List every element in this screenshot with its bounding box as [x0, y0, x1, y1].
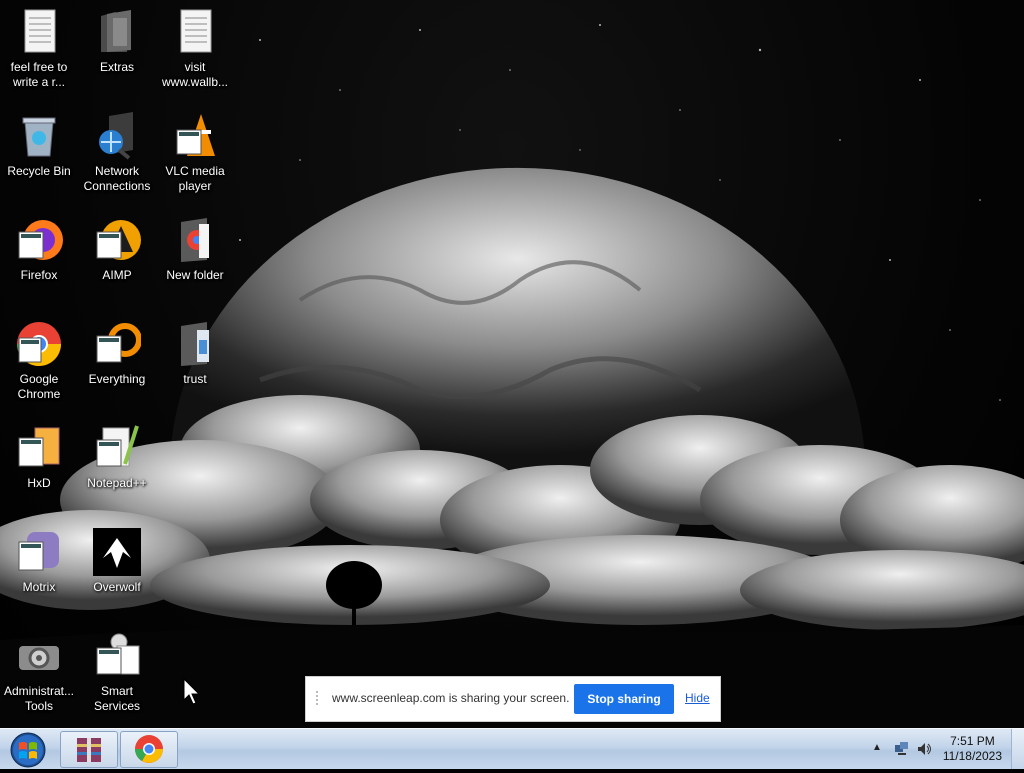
chrome-icon: [135, 735, 163, 763]
desktop-icon-label: Notepad++: [87, 476, 147, 490]
desktop-icon-vlc[interactable]: VLC media player: [156, 112, 234, 194]
chrome-icon: [15, 320, 63, 368]
desktop-icon-visit-wallpaper[interactable]: visit www.wallb...: [156, 8, 234, 90]
desktop-icon-motrix[interactable]: Motrix: [0, 528, 78, 595]
text-document-icon: [15, 8, 63, 56]
desktop-icon-label: AIMP: [102, 268, 132, 282]
hide-link[interactable]: Hide: [685, 691, 710, 705]
desktop-icon-label: trust: [183, 372, 207, 386]
admin-tools-icon: [15, 632, 63, 680]
taskbar-chrome-button[interactable]: [120, 731, 178, 768]
desktop-icon-google-chrome[interactable]: Google Chrome: [0, 320, 78, 402]
hxd-icon: [15, 424, 63, 472]
desktop-icon-label: VLC media player: [165, 164, 225, 193]
smart-services-icon: [93, 632, 141, 680]
desktop-icon-label: Motrix: [22, 580, 56, 594]
folder-icon: [171, 216, 219, 264]
desktop-icon-firefox[interactable]: Firefox: [0, 216, 78, 283]
clock-date: 11/18/2023: [942, 749, 1002, 763]
folder-icon: [171, 320, 219, 368]
desktop-icon-label: HxD: [27, 476, 51, 490]
taskbar: ▲ 7:51 PM 11/18/2023: [0, 728, 1024, 769]
desktop-icon-hxd[interactable]: HxD: [0, 424, 78, 491]
desktop-icon-label: Recycle Bin: [7, 164, 71, 178]
overwolf-icon: [93, 528, 141, 576]
stop-sharing-button[interactable]: Stop sharing: [574, 684, 674, 714]
desktop-icon-label: Google Chrome: [17, 372, 61, 401]
desktop-icon-extras[interactable]: Extras: [78, 8, 156, 75]
share-message: www.screenleap.com is sharing your scree…: [332, 691, 570, 705]
desktop-icon-everything[interactable]: Everything: [78, 320, 156, 387]
desktop-icon-aimp[interactable]: AIMP: [78, 216, 156, 283]
clock-time: 7:51 PM: [950, 734, 995, 748]
taskbar-winrar-button[interactable]: [60, 731, 118, 768]
desktop-icon-new-folder[interactable]: New folder: [156, 216, 234, 283]
recycle-bin-icon: [15, 112, 63, 160]
show-desktop-button[interactable]: [1011, 729, 1024, 769]
vlc-icon: [171, 112, 219, 160]
show-hidden-icons-chevron-icon[interactable]: ▲: [872, 742, 882, 753]
desktop-icon-recycle-bin[interactable]: Recycle Bin: [0, 112, 78, 179]
network-connections-icon: [93, 112, 141, 160]
desktop-icon-trust[interactable]: trust: [156, 320, 234, 387]
desktop-icon-label: New folder: [166, 268, 224, 282]
desktop-icon-label: Smart Services: [93, 684, 140, 713]
notepadpp-icon: [93, 424, 141, 472]
desktop-icon-label: Firefox: [20, 268, 58, 282]
mouse-cursor-icon: [183, 677, 201, 711]
desktop-icon-smart-services[interactable]: Smart Services: [78, 632, 156, 714]
desktop-icon-admin-tools[interactable]: Administrat... Tools: [0, 632, 78, 714]
desktop-icon-network-connections[interactable]: Network Connections: [78, 112, 156, 194]
start-button[interactable]: [2, 730, 52, 768]
screen-share-notification: www.screenleap.com is sharing your scree…: [305, 676, 721, 722]
drag-handle[interactable]: [316, 691, 324, 705]
aimp-icon: [93, 216, 141, 264]
desktop-icon-label: Administrat... Tools: [3, 684, 75, 713]
desktop-icon-notepadpp[interactable]: Notepad++: [78, 424, 156, 491]
firefox-icon: [15, 216, 63, 264]
clock[interactable]: 7:51 PM 11/18/2023: [943, 734, 1002, 764]
volume-icon[interactable]: [916, 741, 932, 757]
desktop-icon-label: Overwolf: [93, 580, 141, 594]
desktop-icon-text-document[interactable]: feel free to write a r...: [0, 8, 78, 90]
folder-icon: [93, 8, 141, 56]
text-document-icon: [171, 8, 219, 56]
motrix-icon: [15, 528, 63, 576]
winrar-icon: [77, 738, 101, 762]
desktop-icon-label: Everything: [88, 372, 146, 386]
network-icon[interactable]: [894, 741, 910, 757]
desktop-icon-overwolf[interactable]: Overwolf: [78, 528, 156, 595]
system-tray: ▲ 7:51 PM 11/18/2023: [864, 729, 1024, 769]
desktop-icon-label: visit www.wallb...: [161, 60, 229, 89]
desktop-icon-label: feel free to write a r...: [10, 60, 68, 89]
everything-icon: [93, 320, 142, 368]
desktop-icon-label: Extras: [99, 60, 134, 74]
windows-orb-icon: [10, 732, 46, 768]
desktop-icon-label: Network Connections: [83, 164, 151, 193]
